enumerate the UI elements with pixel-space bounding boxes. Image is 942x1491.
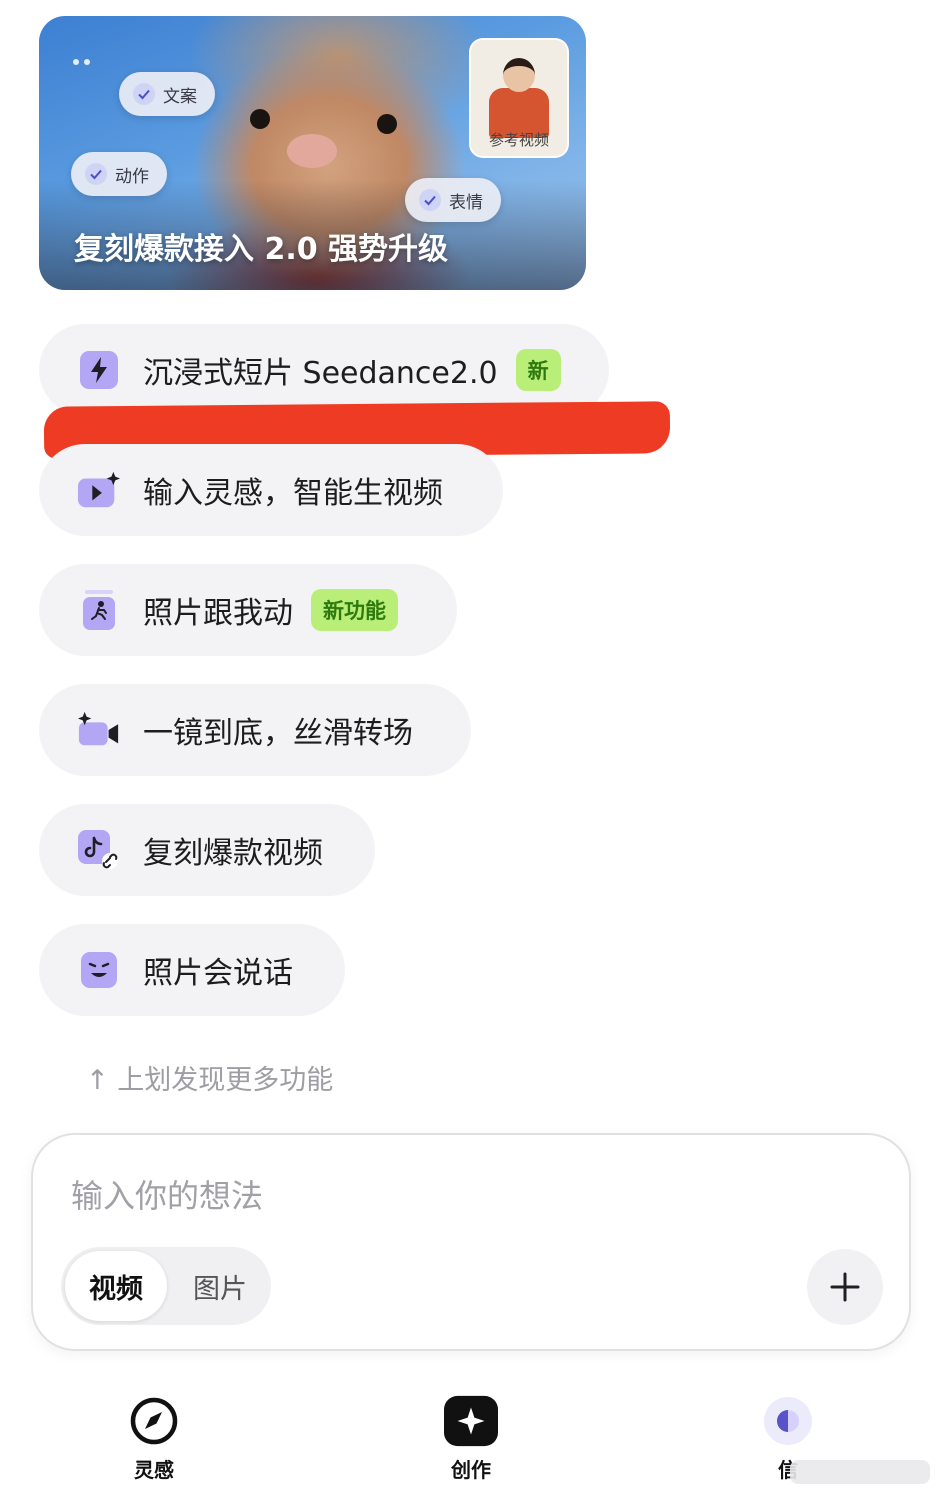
chip-label: 文案: [163, 86, 197, 107]
banner-title: 复刻爆款接入 2.0 强势升级: [74, 232, 449, 267]
nav-inspiration[interactable]: 灵感: [94, 1394, 214, 1483]
lightning-icon: [77, 348, 121, 392]
page-dots: [73, 50, 95, 69]
hamster-nose: [287, 134, 337, 168]
watermark-blur: [790, 1460, 930, 1484]
mode-switch[interactable]: 视频 图片: [61, 1247, 271, 1325]
tiktok-link-icon: [77, 828, 121, 872]
prompt-composer[interactable]: 输入你的想法 视频 图片: [31, 1133, 911, 1351]
video-sparkle-icon: [77, 468, 121, 512]
feature-text-to-video[interactable]: 输入灵感，智能生视频: [39, 444, 503, 536]
feature-one-shot-transition[interactable]: 一镜到底，丝滑转场: [39, 684, 471, 776]
hamster-eye: [250, 109, 270, 129]
chip-label: 表情: [449, 192, 483, 213]
photo-motion-icon: [77, 588, 121, 632]
add-button[interactable]: [807, 1249, 883, 1325]
check-icon: [419, 189, 441, 211]
chip-copywriting: 文案: [119, 72, 215, 116]
new-feature-badge: 新功能: [311, 589, 398, 631]
profile-icon: [761, 1394, 815, 1448]
compass-icon: [127, 1394, 181, 1448]
feature-label: 照片会说话: [143, 956, 293, 991]
feature-label: 一镜到底，丝滑转场: [143, 716, 413, 751]
feature-label: 照片跟我动: [143, 596, 293, 631]
chip-motion: 动作: [71, 152, 167, 196]
mode-image-tab[interactable]: 图片: [173, 1251, 267, 1321]
feature-photo-motion[interactable]: 照片跟我动 新功能: [39, 564, 457, 656]
prompt-input[interactable]: 输入你的想法: [71, 1171, 263, 1217]
promo-banner[interactable]: 文案 动作 表情 参考视频 复刻爆款接入 2.0 强势升级: [39, 16, 586, 290]
check-icon: [133, 83, 155, 105]
smile-face-icon: [77, 948, 121, 992]
nav-label: 创作: [451, 1458, 491, 1482]
reference-video-thumbnail: 参考视频: [469, 38, 569, 158]
feature-label: 沉浸式短片 Seedance2.0: [143, 356, 498, 391]
chip-label: 动作: [115, 166, 149, 187]
swipe-up-hint: ↑ 上划发现更多功能: [86, 1065, 334, 1096]
hamster-eye: [377, 114, 397, 134]
feature-replicate-viral[interactable]: 复刻爆款视频: [39, 804, 375, 896]
chip-expression: 表情: [405, 178, 501, 222]
camera-sparkle-icon: [77, 708, 121, 752]
reference-video-label: 参考视频: [488, 131, 549, 149]
new-badge: 新: [515, 349, 561, 391]
plus-icon: [830, 1272, 860, 1302]
feature-label: 输入灵感，智能生视频: [143, 476, 443, 511]
nav-create[interactable]: 创作: [411, 1394, 531, 1483]
nav-label: 灵感: [134, 1458, 174, 1482]
check-icon: [85, 163, 107, 185]
mode-video-tab[interactable]: 视频: [65, 1251, 167, 1321]
feature-talking-photo[interactable]: 照片会说话: [39, 924, 345, 1016]
feature-label: 复刻爆款视频: [143, 836, 323, 871]
sparkle-icon: [444, 1394, 498, 1448]
